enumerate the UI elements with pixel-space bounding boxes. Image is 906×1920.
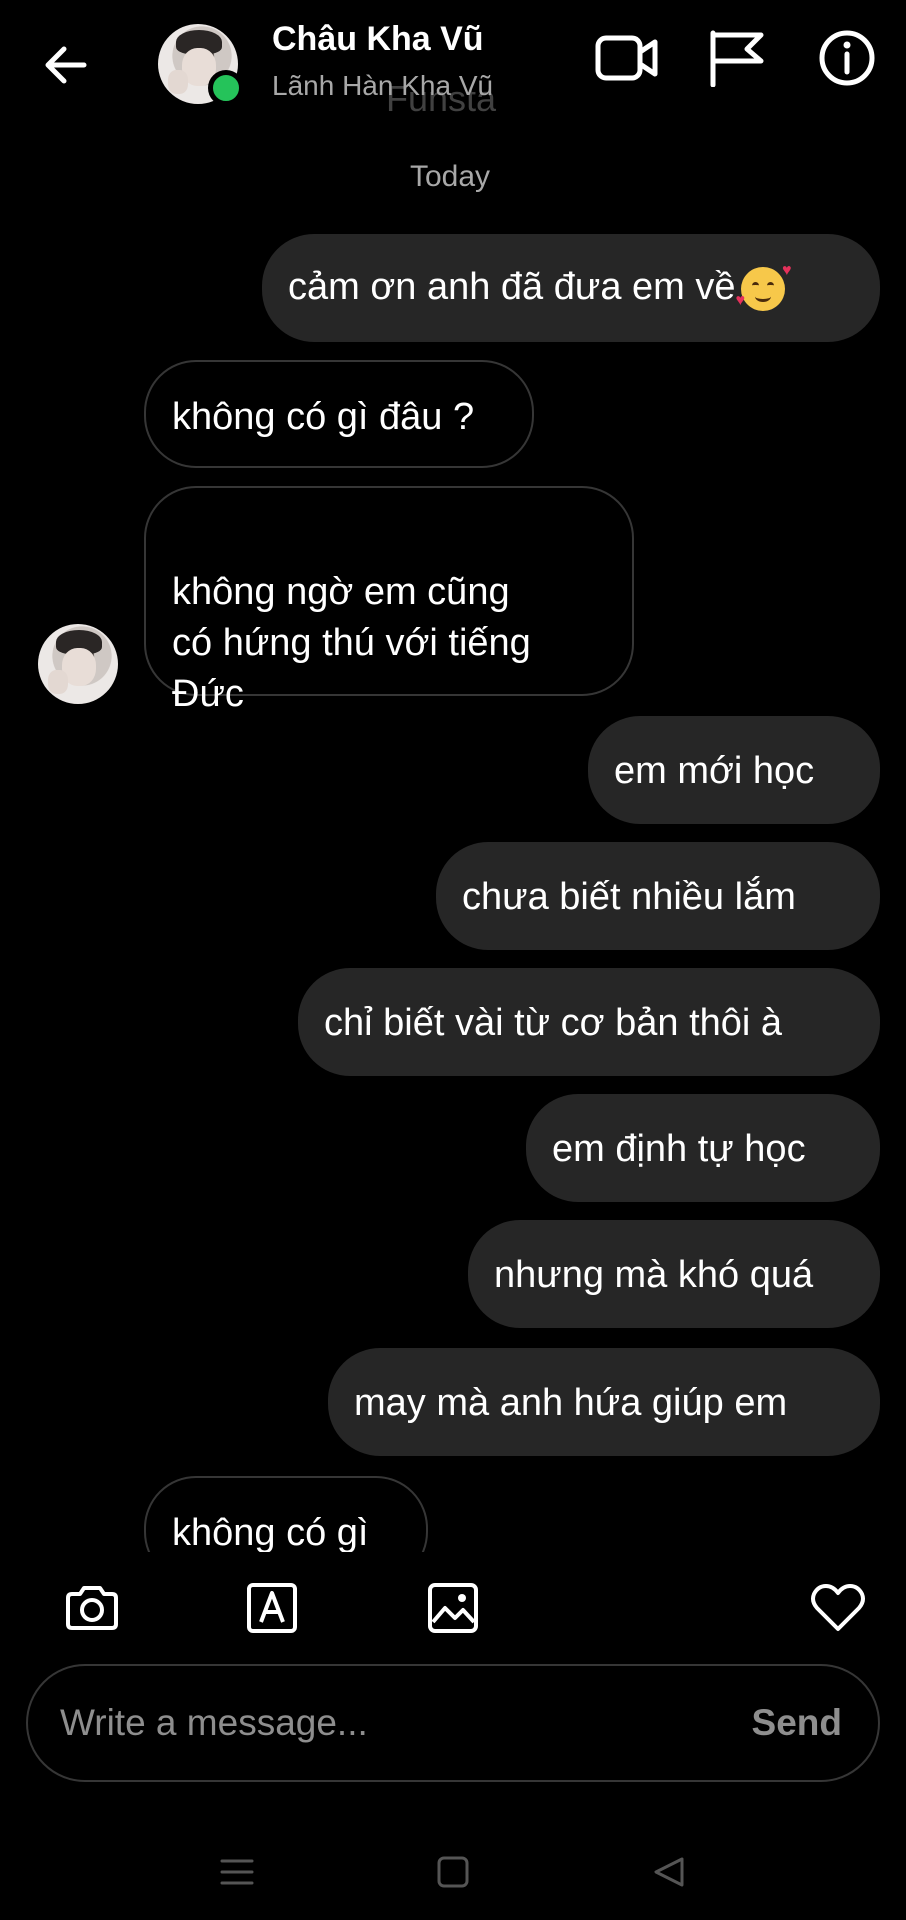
home-button[interactable] [428, 1850, 478, 1894]
message-sent[interactable]: em mới học [588, 716, 880, 824]
chat-header: Funsta Châu Kha Vũ Lãnh Hàn Kha Vũ [0, 0, 906, 130]
smiling-face-with-hearts-icon: ♥ ♥ [735, 261, 792, 311]
system-nav-bar [0, 1820, 906, 1920]
contact-avatar[interactable] [158, 24, 244, 106]
back-arrow-icon [45, 46, 87, 84]
square-home-icon [437, 1856, 469, 1888]
send-button[interactable]: Send [752, 1702, 842, 1744]
camera-button[interactable] [62, 1578, 122, 1638]
message-received[interactable]: không có gì đâu ? [144, 360, 534, 468]
info-button[interactable] [812, 28, 882, 88]
message-sent[interactable]: nhưng mà khó quá [468, 1220, 880, 1328]
text-sticker-button[interactable] [242, 1578, 302, 1638]
like-button[interactable] [808, 1578, 868, 1638]
triangle-back-icon [654, 1857, 684, 1887]
text-sticker-icon [247, 1583, 297, 1633]
gallery-icon [428, 1583, 478, 1633]
system-back-button[interactable] [644, 1850, 694, 1894]
back-button[interactable] [30, 30, 100, 100]
date-separator: Today [409, 160, 491, 193]
contact-avatar-small[interactable] [38, 624, 118, 704]
message-sent[interactable]: chỉ biết vài từ cơ bản thôi à [298, 968, 880, 1076]
message-sent[interactable]: may mà anh hứa giúp em [328, 1348, 880, 1456]
heart-icon [811, 1584, 865, 1631]
message-composer[interactable]: Write a message... Send [26, 1664, 880, 1782]
contact-name[interactable]: Châu Kha Vũ [272, 20, 484, 59]
info-icon [819, 30, 875, 86]
report-button[interactable] [702, 28, 772, 88]
message-input[interactable]: Write a message... [60, 1702, 368, 1744]
message-sent[interactable]: cảm ơn anh đã đưa em về ♥ ♥ [262, 234, 880, 342]
message-thread[interactable]: cảm ơn anh đã đưa em về ♥ ♥ không có gì đâ… [0, 230, 906, 1552]
message-sent[interactable]: chưa biết nhiều lắm [436, 842, 880, 950]
menu-lines-icon [220, 1859, 254, 1885]
flag-icon [710, 30, 764, 87]
contact-username[interactable]: Lãnh Hàn Kha Vũ [272, 70, 493, 102]
camera-icon [66, 1586, 118, 1630]
message-sent[interactable]: em định tự học [526, 1094, 880, 1202]
video-call-button[interactable] [592, 28, 662, 88]
recents-button[interactable] [212, 1850, 262, 1894]
online-status-dot [208, 70, 244, 106]
gallery-button[interactable] [423, 1578, 483, 1638]
video-call-icon [595, 35, 658, 81]
message-received[interactable]: không ngờ em cũng có hứng thú với tiếng … [144, 486, 634, 715]
message-received[interactable]: không có gì [144, 1476, 428, 1552]
